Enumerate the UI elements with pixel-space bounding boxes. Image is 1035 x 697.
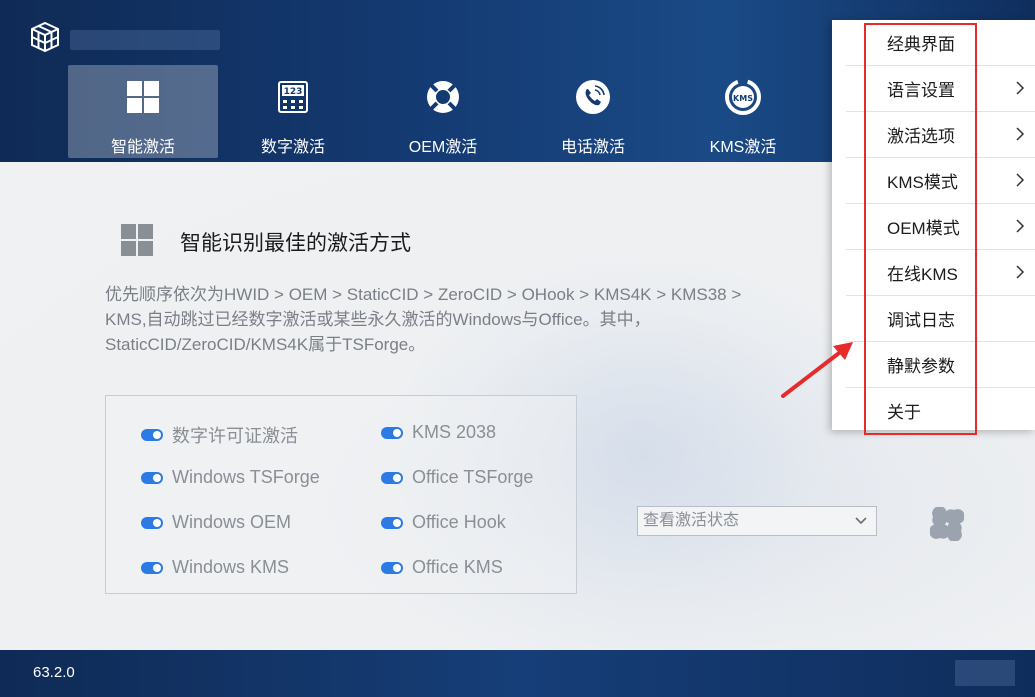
windows-logo-icon xyxy=(123,77,163,117)
tab-oem-activation[interactable]: OEM激活 xyxy=(368,65,518,158)
tab-label: 数字激活 xyxy=(260,139,325,156)
option-label: Office TSForge xyxy=(412,467,534,487)
description-text: 优先顺序依次为HWID > OEM > StaticCID > ZeroCID … xyxy=(105,285,742,354)
toggle-switch[interactable] xyxy=(381,426,403,439)
menu-item-debug-log[interactable]: 调试日志 xyxy=(842,296,1035,341)
svg-text:123: 123 xyxy=(284,87,303,97)
option-office-hook[interactable]: Office Hook xyxy=(381,512,506,533)
clover-icon[interactable] xyxy=(930,507,964,541)
tab-phone-activation[interactable]: 电话激活 xyxy=(518,65,668,158)
menu-item-label: 经典界面 xyxy=(887,35,955,54)
options-panel: 数字许可证激活 Windows TSForge Windows OEM Wind… xyxy=(105,395,577,594)
tab-label: KMS激活 xyxy=(709,139,777,156)
menu-item-label: 调试日志 xyxy=(887,311,955,330)
main-tabs: 智能激活 123 数字激活 OEM激活 电话激活 KMS KMS激活 xyxy=(68,65,818,158)
menu-item-label: 语言设置 xyxy=(887,81,955,100)
status-select[interactable]: 查看激活状态 xyxy=(637,506,877,536)
tab-kms-activation[interactable]: KMS KMS激活 xyxy=(668,65,818,158)
toggle-switch[interactable] xyxy=(381,561,403,574)
svg-text:KMS: KMS xyxy=(733,94,753,103)
menu-item-label: 激活选项 xyxy=(887,127,955,146)
digital-keypad-icon: 123 xyxy=(273,77,313,117)
option-label: 数字许可证激活 xyxy=(172,426,298,446)
option-office-tsforge[interactable]: Office TSForge xyxy=(381,467,533,488)
lifebuoy-icon xyxy=(423,77,463,117)
menu-item-label: 在线KMS xyxy=(887,265,958,284)
menu-item-online-kms[interactable]: 在线KMS xyxy=(842,250,1035,295)
windows-logo-icon xyxy=(121,224,153,256)
tab-smart-activation[interactable]: 智能激活 xyxy=(68,65,218,158)
annotation-arrow-icon xyxy=(781,342,853,398)
option-label: Office Hook xyxy=(412,512,506,532)
phone-icon xyxy=(573,77,613,117)
chevron-right-icon xyxy=(1016,219,1025,233)
menu-item-label: OEM模式 xyxy=(887,219,960,238)
tab-label: OEM激活 xyxy=(408,139,478,156)
chevron-right-icon xyxy=(1016,127,1025,141)
menu-item-silent-params[interactable]: 静默参数 xyxy=(842,342,1035,387)
footer-bar: 63.2.0 xyxy=(0,650,1035,697)
toggle-switch[interactable] xyxy=(141,561,163,574)
menu-item-activation-options[interactable]: 激活选项 xyxy=(842,112,1035,157)
chevron-right-icon xyxy=(1016,81,1025,95)
menu-item-label: 关于 xyxy=(887,403,921,422)
option-label: Office KMS xyxy=(412,557,503,577)
option-label: Windows KMS xyxy=(172,557,290,577)
page-title: 智能识别最佳的激活方式 xyxy=(180,232,411,255)
menu-item-language[interactable]: 语言设置 xyxy=(842,66,1035,111)
option-label: KMS 2038 xyxy=(412,422,497,442)
menu-item-label: 静默参数 xyxy=(887,357,955,376)
toggle-switch[interactable] xyxy=(141,471,163,484)
version-label: 63.2.0 xyxy=(33,664,75,681)
toggle-switch[interactable] xyxy=(381,471,403,484)
menu-item-kms-mode[interactable]: KMS模式 xyxy=(842,158,1035,203)
toggle-switch[interactable] xyxy=(141,429,163,441)
toggle-switch[interactable] xyxy=(381,516,403,529)
option-label: Windows OEM xyxy=(172,512,292,532)
footer-redacted xyxy=(955,660,1015,686)
menu-item-oem-mode[interactable]: OEM模式 xyxy=(842,204,1035,249)
option-windows-oem[interactable]: Windows OEM xyxy=(141,512,291,533)
option-windows-tsforge[interactable]: Windows TSForge xyxy=(141,467,320,488)
tab-label: 电话激活 xyxy=(560,139,625,156)
app-title-redacted xyxy=(70,30,220,50)
option-kms-2038[interactable]: KMS 2038 xyxy=(381,422,496,443)
tab-digital-activation[interactable]: 123 数字激活 xyxy=(218,65,368,158)
option-windows-kms[interactable]: Windows KMS xyxy=(141,557,289,578)
chevron-right-icon xyxy=(1016,265,1025,279)
status-select-value: 查看激活状态 xyxy=(643,512,740,529)
menu-item-label: KMS模式 xyxy=(887,173,958,192)
toggle-switch[interactable] xyxy=(141,516,163,529)
tab-label: 智能激活 xyxy=(110,139,175,156)
kms-gauge-icon: KMS xyxy=(723,77,763,117)
chevron-right-icon xyxy=(1016,173,1025,187)
menu-item-classic-ui[interactable]: 经典界面 xyxy=(842,20,1035,65)
app-logo-icon xyxy=(31,21,59,53)
option-label: Windows TSForge xyxy=(172,467,320,487)
option-office-kms[interactable]: Office KMS xyxy=(381,557,503,578)
option-digital-license[interactable]: 数字许可证激活 xyxy=(141,422,298,448)
chevron-down-icon xyxy=(855,517,867,525)
menu-item-about[interactable]: 关于 xyxy=(842,388,1035,433)
